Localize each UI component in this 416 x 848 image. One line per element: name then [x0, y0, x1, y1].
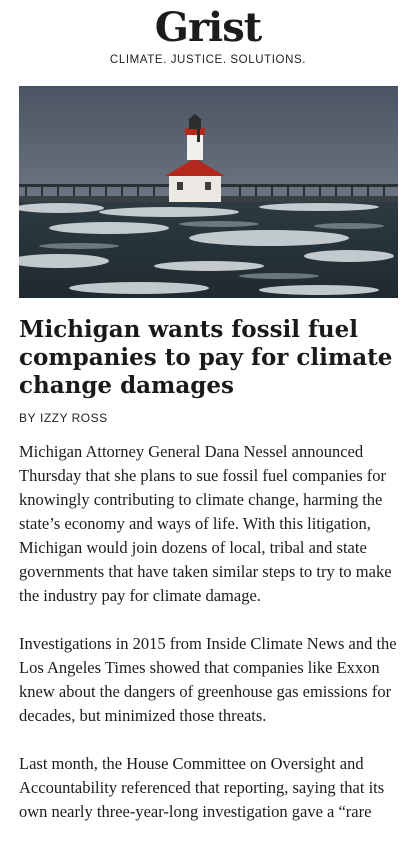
article-body: Michigan Attorney General Dana Nessel an…: [19, 440, 399, 848]
masthead: Grist CLIMATE. JUSTICE. SOLUTIONS.: [0, 0, 416, 67]
author-link[interactable]: IZZY ROSS: [40, 411, 108, 425]
lighthouse-photo: [19, 86, 398, 298]
site-tagline: CLIMATE. JUSTICE. SOLUTIONS.: [109, 54, 307, 66]
site-logo[interactable]: Grist: [0, 6, 416, 50]
article-paragraph: Last month, the House Committee on Overs…: [19, 754, 385, 821]
hero-image: [19, 86, 398, 298]
article-headline: Michigan wants fossil fuel companies to …: [19, 316, 393, 399]
article-byline: BY IZZY ROSS: [19, 411, 108, 425]
article-paragraph: Investigations in 2015 from Inside Clima…: [19, 634, 397, 725]
article-paragraph: Michigan Attorney General Dana Nessel an…: [19, 442, 392, 605]
byline-prefix: BY: [19, 411, 37, 425]
